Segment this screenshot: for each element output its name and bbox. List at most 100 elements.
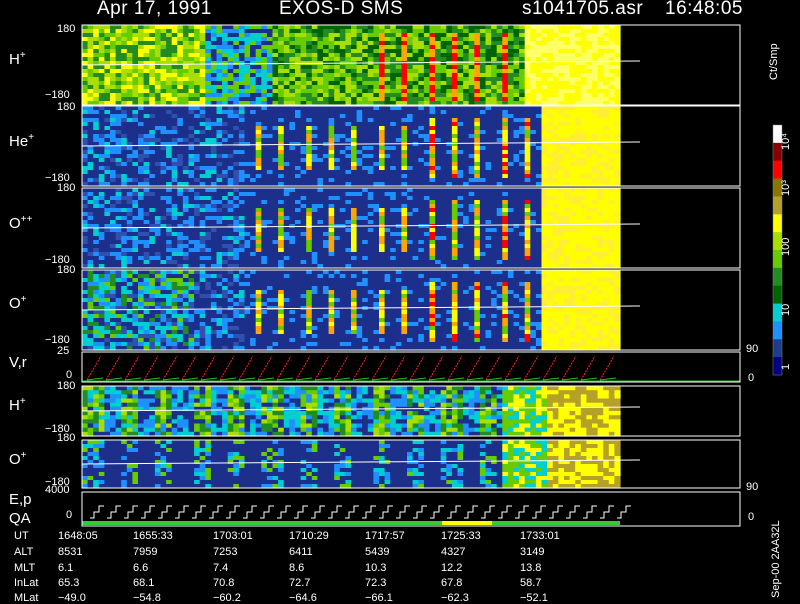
spectrogram-cell — [205, 166, 212, 171]
spectrogram-cell — [496, 93, 503, 98]
spectrogram-cell — [115, 208, 122, 213]
spectrogram-cell — [233, 89, 240, 94]
spectrogram-cell — [468, 166, 475, 171]
spectrogram-cell — [345, 200, 352, 205]
spectrogram-cell — [160, 240, 167, 245]
spectrogram-cell — [244, 154, 251, 159]
spectrogram-cell — [289, 204, 296, 209]
spectrogram-cell — [564, 97, 571, 102]
spectrogram-cell — [608, 122, 615, 127]
spectrogram-cell — [463, 69, 470, 74]
spectrogram-cell — [401, 200, 408, 205]
spectrogram-cell — [266, 97, 274, 102]
spectrogram-cell — [210, 61, 218, 66]
spectrogram-cell — [132, 138, 139, 143]
spectrogram-cell — [283, 252, 290, 257]
spectrogram-cell — [379, 53, 386, 58]
spectrogram-cell — [149, 196, 156, 201]
spectrogram-cell — [608, 41, 615, 46]
spectrogram-cell — [171, 49, 178, 54]
spectrogram-cell — [210, 110, 218, 115]
spectrogram-cell — [395, 130, 402, 135]
spectrogram-cell — [115, 154, 122, 159]
spectrogram-cell — [182, 240, 190, 245]
spectrogram-cell — [351, 146, 358, 151]
spectrogram-cell — [435, 53, 442, 58]
spectrogram-cell — [418, 49, 425, 54]
spectrogram-cell — [351, 114, 358, 119]
spectrogram-cell — [356, 89, 363, 94]
spectrogram-cell — [194, 130, 201, 135]
spectrogram-cell — [171, 220, 178, 225]
spectrogram-cell — [351, 260, 358, 265]
spectrogram-cell — [238, 146, 246, 151]
spectrogram-cell — [513, 97, 520, 102]
spectrogram-cell — [138, 118, 145, 123]
spectrogram-cell — [138, 248, 145, 253]
spectrogram-cell — [367, 73, 374, 78]
spectrogram-cell — [468, 33, 475, 38]
spectrogram-cell — [390, 126, 397, 131]
spectrogram-cell — [339, 196, 346, 201]
spectrogram-cell — [530, 77, 537, 82]
spectrogram-cell — [384, 150, 391, 155]
spectrogram-cell — [412, 138, 419, 143]
spectrogram-cell — [289, 196, 296, 201]
spectrogram-cell — [485, 93, 492, 98]
spectrogram-cell — [373, 93, 380, 98]
spectrogram-cell — [250, 110, 257, 115]
spectrogram-cell — [535, 81, 543, 86]
spectrogram-cell — [98, 41, 105, 46]
spectrogram-cell — [283, 49, 290, 54]
spectrogram-cell — [104, 114, 111, 119]
spectrogram-cell — [485, 170, 492, 175]
spectrogram-cell — [423, 89, 431, 94]
spectrogram-cell — [362, 174, 369, 179]
spectrogram-cell — [524, 122, 531, 127]
spectrogram-cell — [586, 130, 593, 135]
spectrogram-cell — [115, 37, 122, 42]
spectrogram-cell — [608, 53, 615, 58]
spectrogram-cell — [575, 126, 582, 131]
spectrogram-cell — [149, 244, 156, 249]
spectrogram-cell — [210, 188, 218, 193]
spectrogram-cell — [541, 174, 548, 179]
spectrogram-cell — [205, 240, 212, 245]
spectrogram-cell — [440, 114, 447, 119]
spectrogram-cell — [138, 134, 145, 139]
spectrogram-cell — [558, 57, 565, 62]
spectrogram-cell — [463, 166, 470, 171]
spectrogram-cell — [295, 212, 302, 217]
spectrogram-cell — [222, 192, 229, 197]
spectrogram-cell — [283, 97, 290, 102]
spectrogram-cell — [182, 142, 190, 147]
spectrogram-cell — [177, 236, 184, 241]
spectrogram-cell — [278, 252, 285, 257]
spectrogram-cell — [244, 256, 251, 261]
spectrogram-cell — [586, 45, 593, 50]
spectrogram-cell — [608, 37, 615, 42]
spectrogram-cell — [205, 150, 212, 155]
spectrogram-cell — [227, 142, 234, 147]
spectrogram-cell — [502, 138, 509, 143]
spectrogram-cell — [261, 188, 268, 193]
spectrogram-cell — [367, 45, 374, 50]
spectrogram-cell — [93, 154, 100, 159]
spectrogram-cell — [479, 29, 487, 34]
spectrogram-cell — [367, 192, 374, 197]
spectrogram-cell — [491, 154, 498, 159]
panel-he-plus — [81, 105, 741, 187]
spectrogram-cell — [586, 41, 593, 46]
spectrogram-cell — [306, 158, 313, 163]
spectrogram-cell — [278, 174, 285, 179]
spectrogram-cell — [334, 162, 341, 167]
spectrogram-cell — [351, 192, 358, 197]
spectrogram-cell — [104, 110, 111, 115]
spectrogram-cell — [384, 162, 391, 167]
spectrogram-cell — [266, 174, 274, 179]
spectrogram-cell — [328, 81, 335, 86]
spectrogram-cell — [311, 236, 318, 241]
spectrogram-cell — [238, 232, 246, 237]
spectrogram-cell — [149, 166, 156, 171]
spectrogram-cell — [592, 178, 599, 183]
